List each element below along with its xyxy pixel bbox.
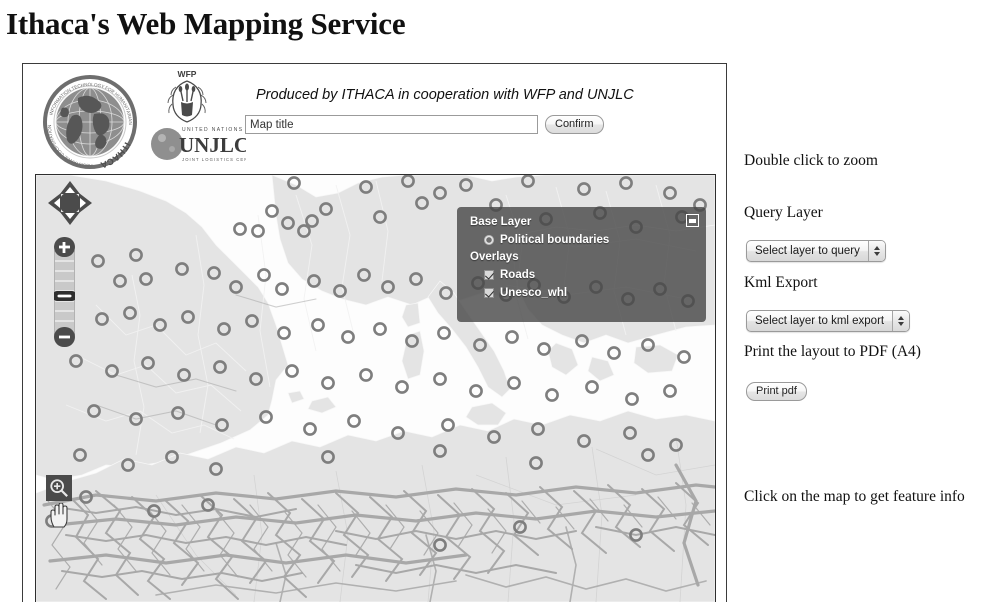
layer-switcher-panel[interactable]: Base Layer Political boundaries Overlays… (457, 207, 706, 322)
print-layout-label: Print the layout to PDF (A4) (744, 343, 921, 360)
chevron-updown-icon[interactable] (892, 311, 910, 331)
app-container: ITHACA INFORMATION TECHNOLOGY FOR HUMANI… (22, 63, 727, 602)
zoom-slider[interactable] (53, 237, 76, 347)
base-layer-option-political-boundaries[interactable]: Political boundaries (484, 231, 706, 249)
overlay-option-label-roads: Roads (500, 269, 536, 281)
app-header: ITHACA INFORMATION TECHNOLOGY FOR HUMANI… (23, 64, 726, 172)
kml-export-select-wrap: Select layer to kml export (746, 310, 911, 332)
overlay-option-unesco-whl[interactable]: Unesco_whl (484, 284, 706, 302)
query-layer-select[interactable]: Select layer to query (746, 240, 886, 262)
print-pdf-button-wrap: Print pdf (746, 381, 807, 401)
query-layer-select-value: Select layer to query (755, 245, 860, 257)
overlays-heading: Overlays (470, 251, 519, 263)
radio-button-icon[interactable] (484, 235, 494, 245)
minimize-icon[interactable] (686, 214, 699, 227)
tool-zoom-in-button[interactable] (46, 475, 72, 501)
overlay-option-roads[interactable]: Roads (484, 266, 706, 284)
svg-text:UNJLC: UNJLC (179, 133, 246, 157)
kml-export-select-value: Select layer to kml export (755, 315, 885, 327)
wfp-logo: WFP (157, 67, 217, 125)
svg-text:JOINT LOGISTICS CENTRE: JOINT LOGISTICS CENTRE (182, 157, 246, 162)
page-title: Ithaca's Web Mapping Service (6, 6, 406, 41)
pan-control[interactable] (46, 179, 94, 227)
kml-export-select[interactable]: Select layer to kml export (746, 310, 911, 332)
query-layer-select-wrap: Select layer to query (746, 240, 886, 262)
checkbox-icon[interactable] (484, 270, 494, 280)
magnifier-plus-icon (50, 479, 68, 497)
svg-text:WFP: WFP (178, 69, 197, 79)
confirm-button[interactable]: Confirm (545, 115, 604, 134)
overlay-option-label-unesco-whl: Unesco_whl (500, 287, 568, 299)
base-layer-heading: Base Layer (470, 216, 532, 228)
ithaca-logo: ITHACA INFORMATION TECHNOLOGY FOR HUMANI… (36, 68, 141, 171)
kml-export-label: Kml Export (744, 274, 818, 291)
chevron-updown-icon[interactable] (867, 241, 885, 261)
checkbox-icon[interactable] (484, 288, 494, 298)
feature-info-hint: Click on the map to get feature info (744, 488, 965, 505)
tool-pan-button[interactable] (47, 502, 75, 529)
map-viewport[interactable]: Base Layer Political boundaries Overlays… (35, 174, 716, 602)
hand-cursor-icon (50, 502, 68, 528)
map-title-row: Confirm (245, 115, 604, 134)
credit-line: Produced by ITHACA in cooperation with W… (256, 87, 634, 103)
base-layer-option-label: Political boundaries (500, 234, 610, 246)
query-layer-label: Query Layer (744, 204, 823, 221)
map-title-input[interactable] (245, 115, 538, 134)
print-pdf-button[interactable]: Print pdf (746, 382, 807, 401)
page-root: Ithaca's Web Mapping Service ITHACA INFO… (0, 0, 1001, 602)
unjlc-logo: UNITED NATIONS UNJLC JOINT LOGISTICS CEN… (149, 121, 259, 165)
double-click-zoom-hint: Double click to zoom (744, 152, 878, 169)
